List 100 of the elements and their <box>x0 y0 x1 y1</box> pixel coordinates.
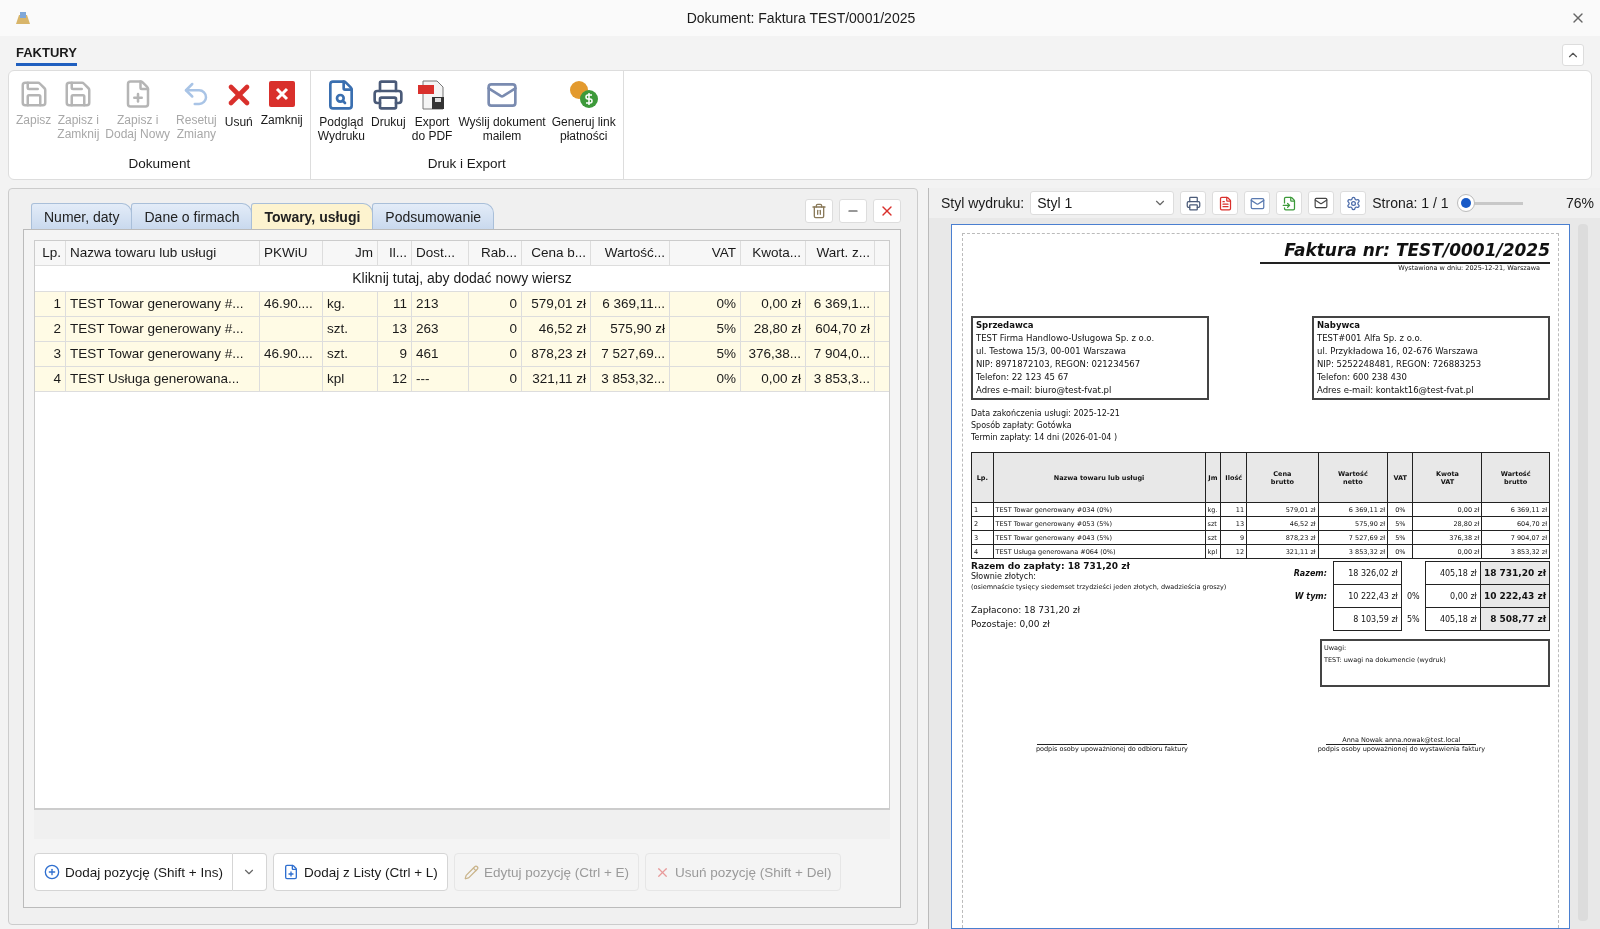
table-cell: 6 369,11... <box>591 292 670 316</box>
ribbon-button[interactable]: Podgląd Wydruku <box>314 77 368 156</box>
tab[interactable]: Towary, usługi <box>251 203 374 229</box>
group-label: Druk i Export <box>426 156 507 173</box>
ribbon-button[interactable]: Export do PDF <box>408 77 456 156</box>
summary-cell: 405,18 zł <box>1425 607 1481 631</box>
ribbon-button[interactable]: Wyślij dokument mailem <box>455 77 549 156</box>
vat-rate: 5% <box>1401 607 1426 631</box>
column-header[interactable]: Cena b... <box>522 241 591 265</box>
table-cell: 0 <box>469 342 522 366</box>
table-cell: 46.90.... <box>260 342 323 366</box>
column-header[interactable]: Jm <box>323 241 378 265</box>
table-cell: 604,70 zł <box>806 317 875 341</box>
action-button[interactable]: Dodaj z Listy (Ctrl + L) <box>272 853 448 891</box>
table-cell: 12 <box>378 367 412 391</box>
ribbon-button[interactable]: Usuń <box>219 77 258 156</box>
table-cell: 0,00 zł <box>741 292 806 316</box>
payment-detail: Sposób zapłaty: Gotówka <box>971 420 1073 432</box>
table-cell: TEST Usługa generowana... <box>66 367 260 391</box>
party-line: ul. Testowa 15/3, 00-001 Warszawa <box>976 345 1128 358</box>
ribbon-button[interactable]: Drukuj <box>368 77 409 156</box>
party-line: Telefon: 22 123 45 67 <box>976 371 1070 384</box>
table-cell: 0% <box>670 367 741 391</box>
party-line: Telefon: 600 238 430 <box>1317 371 1408 384</box>
column-header[interactable]: Nazwa towaru lub usługi <box>66 241 260 265</box>
summary-cell: 18 326,02 zł <box>1333 561 1402 585</box>
table-cell: 3 <box>35 342 66 366</box>
party-line: Adres e-mail: biuro@test-fvat.pl <box>976 384 1113 397</box>
column-header[interactable]: PKWiU <box>260 241 323 265</box>
table-cell: 13 <box>378 317 412 341</box>
table-cell: 7 904,0... <box>806 342 875 366</box>
party-line: ul. Przykładowa 16, 02-676 Warszawa <box>1317 345 1479 358</box>
party-line: NIP: 8971872103, REGON: 021234567 <box>976 358 1142 371</box>
column-header[interactable]: Il... <box>378 241 412 265</box>
ribbon-button[interactable]: Generuj link płatności <box>548 77 619 156</box>
table-cell: szt. <box>323 342 378 366</box>
table-cell: 0,00 zł <box>741 367 806 391</box>
party-heading: Nabywca <box>1317 319 1362 332</box>
party-line: NIP: 5252248481, REGON: 726883253 <box>1317 358 1483 371</box>
summary-cell: 0,00 zł <box>1425 584 1481 608</box>
table-cell: TEST Towar generowany #... <box>66 317 260 341</box>
column-header[interactable]: Lp. <box>35 241 66 265</box>
table-cell: 1 <box>35 292 66 316</box>
style-label: Styl wydruku: <box>941 195 1025 211</box>
table-cell: 579,01 zł <box>522 292 591 316</box>
page-indicator: Strona: 1 / 1 <box>1372 195 1449 211</box>
action-button[interactable]: Dodaj pozycję (Shift + Ins) <box>34 853 233 891</box>
table-cell: 2 <box>35 317 66 341</box>
summary-cell: 10 222,43 zł <box>1333 584 1402 608</box>
column-header[interactable]: Wart. z... <box>806 241 875 265</box>
invoice-title: Faktura nr: TEST/0001/2025 <box>1283 240 1550 260</box>
table-cell: 5% <box>670 342 741 366</box>
table-cell: kg. <box>323 292 378 316</box>
paid-amount: Zapłacono: 18 731,20 zł <box>971 604 1081 617</box>
table-cell: 575,90 zł <box>591 317 670 341</box>
summary-label: Razem: <box>1283 561 1334 585</box>
tab[interactable]: Dane o firmach <box>131 203 253 229</box>
column-header[interactable]: Dost... <box>412 241 469 265</box>
table-cell: 0 <box>469 367 522 391</box>
party-line: Adres e-mail: kontakt16@test-fvat.pl <box>1317 384 1475 397</box>
table-cell: 3 853,32... <box>591 367 670 391</box>
table-cell: 28,80 zł <box>741 317 806 341</box>
vat-rate: 0% <box>1401 584 1426 608</box>
ribbon-tab[interactable]: FAKTURY <box>16 45 77 66</box>
amount-words-label: Słownie złotych: <box>971 571 1037 583</box>
table-cell: 4 <box>35 367 66 391</box>
style-dropdown[interactable]: Styl 1 <box>1030 191 1175 215</box>
column-header[interactable]: Rab... <box>469 241 522 265</box>
window-title: Dokument: Faktura TEST/0001/2025 <box>686 10 916 26</box>
tab[interactable]: Podsumowanie <box>372 203 495 229</box>
table-cell: 461 <box>412 342 469 366</box>
table-cell: 11 <box>378 292 412 316</box>
payment-detail: Termin zapłaty: 14 dni (2026-01-04 ) <box>971 432 1119 444</box>
table-cell: 9 <box>378 342 412 366</box>
table-cell: szt. <box>323 317 378 341</box>
table-cell: 263 <box>412 317 469 341</box>
table-cell: --- <box>412 367 469 391</box>
party-heading: Sprzedawca <box>976 319 1035 332</box>
summary-cell: 8 103,59 zł <box>1333 607 1402 631</box>
column-header[interactable]: Wartość... <box>591 241 670 265</box>
table-cell: 0 <box>469 292 522 316</box>
ribbon-button[interactable]: Zamknij <box>257 77 306 156</box>
table-cell: 0% <box>670 292 741 316</box>
table-cell: 213 <box>412 292 469 316</box>
table-cell: TEST Towar generowany #... <box>66 292 260 316</box>
tab[interactable]: Numer, daty <box>31 203 133 229</box>
summary-label: W tym: <box>1283 584 1334 608</box>
column-header[interactable]: VAT <box>670 241 741 265</box>
table-cell: 3 853,3... <box>806 367 875 391</box>
payment-detail: Data zakończenia usługi: 2025-12-21 <box>971 408 1121 420</box>
summary-cell: 405,18 zł <box>1425 561 1481 585</box>
table-cell: 878,23 zł <box>522 342 591 366</box>
table-cell: 46.90.... <box>260 292 323 316</box>
table-cell: kpl <box>323 367 378 391</box>
table-cell: 46,52 zł <box>522 317 591 341</box>
table-cell: 376,38... <box>741 342 806 366</box>
group-label: Dokument <box>127 156 192 173</box>
table-cell: 5% <box>670 317 741 341</box>
column-header[interactable]: Kwota... <box>741 241 806 265</box>
party-line: TEST Firma Handlowo-Usługowa Sp. z o.o. <box>976 332 1156 345</box>
